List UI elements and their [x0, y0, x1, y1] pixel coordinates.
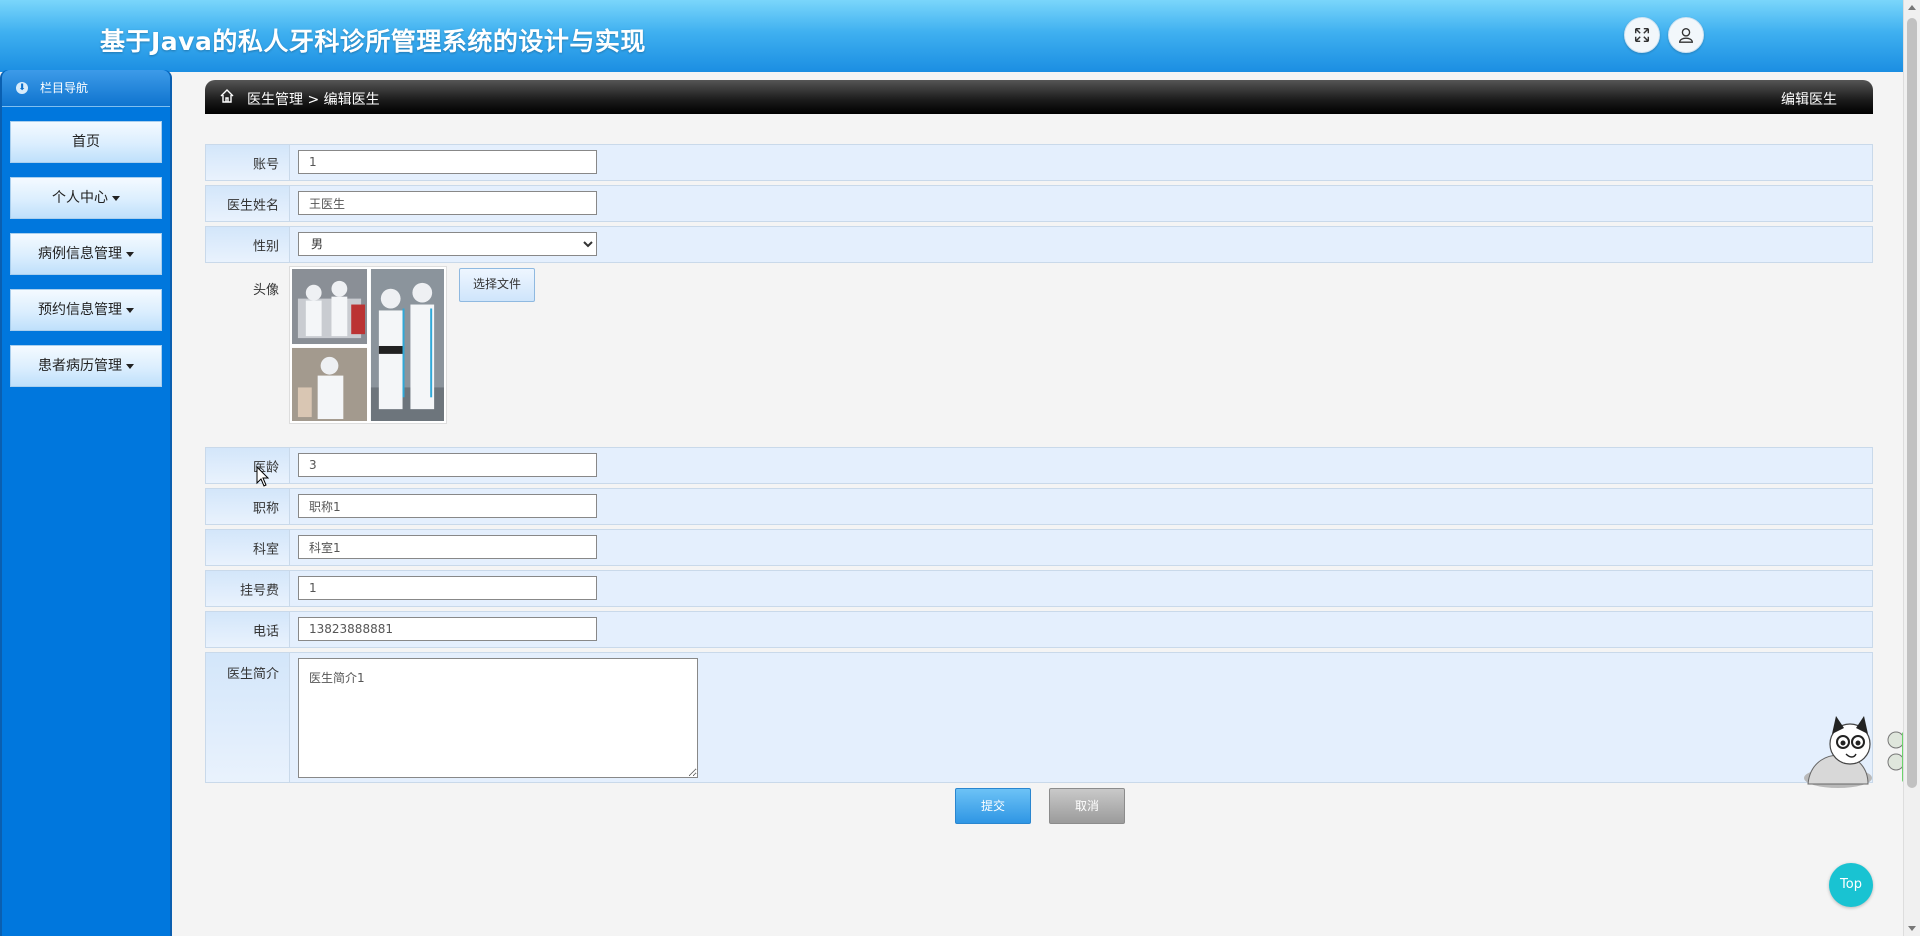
- submit-button[interactable]: 提交: [955, 788, 1031, 824]
- label-account: 账号: [206, 145, 290, 180]
- nav-icon: ⬇: [16, 82, 28, 94]
- label-text: 电话: [252, 624, 279, 639]
- sidebar-item-case-info[interactable]: 病例信息管理: [10, 233, 162, 275]
- breadcrumb-parent[interactable]: 医生管理: [247, 92, 303, 108]
- doctor-name-input[interactable]: [298, 191, 597, 215]
- label-years: 医龄: [206, 448, 290, 483]
- label-text: 科室: [252, 542, 279, 557]
- label-text: 账号: [252, 157, 279, 172]
- avatar-section: 头像 选择文件: [205, 264, 1873, 436]
- sidebar-item-appointment-info[interactable]: 预约信息管理: [10, 289, 162, 331]
- choose-file-button[interactable]: 选择文件: [459, 268, 535, 302]
- page-title: 编辑医生: [1781, 92, 1837, 108]
- label-name: 医生姓名: [206, 186, 290, 221]
- cancel-button[interactable]: 取消: [1049, 788, 1125, 824]
- app-title: 基于Java的私人牙科诊所管理系统的设计与实现: [100, 27, 646, 56]
- avatar-image: [289, 266, 447, 424]
- caret-down-icon: [126, 363, 134, 369]
- years-input[interactable]: [298, 453, 597, 477]
- fullscreen-button[interactable]: [1624, 17, 1660, 53]
- home-icon[interactable]: [219, 88, 235, 104]
- form-row-gender: 性别 男: [205, 226, 1873, 263]
- scroll-up-icon[interactable]: [1908, 5, 1916, 10]
- sidebar: ⬇ 栏目导航 首页 个人中心 病例信息管理 预约信息管理 患者病历管理: [0, 70, 172, 936]
- mascot-widget[interactable]: [1798, 712, 1908, 788]
- sidebar-item-label: 个人中心: [52, 190, 108, 206]
- avatar-photo: [292, 269, 444, 421]
- page-scrollbar[interactable]: [1903, 0, 1920, 936]
- label-phone: 电话: [206, 612, 290, 647]
- form-row-department: 科室: [205, 529, 1873, 566]
- label-text: 职称: [252, 501, 279, 516]
- intro-textarea[interactable]: 医生简介1: [298, 658, 698, 778]
- label-text: 医生简介: [226, 667, 279, 682]
- avatar-label: 头像: [252, 283, 279, 298]
- caret-down-icon: [126, 307, 134, 313]
- label-gender: 性别: [206, 227, 290, 262]
- label-text: 挂号费: [239, 583, 279, 598]
- form-row-fee: 挂号费: [205, 570, 1873, 607]
- sidebar-nav-title: ⬇ 栏目导航: [2, 70, 170, 107]
- label-title: 职称: [206, 489, 290, 524]
- sidebar-nav-title-label: 栏目导航: [40, 81, 89, 95]
- user-icon: [1679, 28, 1693, 43]
- sidebar-item-label: 首页: [72, 134, 100, 150]
- caret-down-icon: [112, 195, 120, 201]
- label-text: 性别: [252, 239, 279, 254]
- scrollbar-thumb[interactable]: [1907, 18, 1917, 788]
- breadcrumb: 医生管理 > 编辑医生 编辑医生: [205, 80, 1873, 114]
- account-input[interactable]: [298, 150, 597, 174]
- back-to-top-button[interactable]: Top: [1829, 863, 1873, 907]
- sidebar-item-home[interactable]: 首页: [10, 121, 162, 163]
- expand-icon: [1634, 27, 1650, 43]
- label-intro: 医生简介: [206, 653, 290, 782]
- label-department: 科室: [206, 530, 290, 565]
- breadcrumb-path: 医生管理 > 编辑医生: [247, 89, 380, 109]
- form-row-account: 账号: [205, 144, 1873, 181]
- form-row-title: 职称: [205, 488, 1873, 525]
- sidebar-item-label: 患者病历管理: [38, 358, 122, 374]
- mouse-cursor-icon: [256, 466, 270, 487]
- user-button[interactable]: [1668, 17, 1704, 53]
- app-header: 基于Java的私人牙科诊所管理系统的设计与实现: [0, 0, 1904, 72]
- sidebar-item-label: 病例信息管理: [38, 246, 122, 262]
- breadcrumb-separator: >: [307, 92, 320, 108]
- form-row-name: 医生姓名: [205, 185, 1873, 222]
- department-input[interactable]: [298, 535, 597, 559]
- caret-down-icon: [126, 251, 134, 257]
- form-row-years: 医龄: [205, 447, 1873, 484]
- gender-select[interactable]: 男: [298, 232, 597, 256]
- form-row-intro: 医生简介 医生简介1: [205, 652, 1873, 783]
- scroll-down-icon[interactable]: [1908, 926, 1916, 931]
- fee-input[interactable]: [298, 576, 597, 600]
- form-row-phone: 电话: [205, 611, 1873, 648]
- sidebar-item-personal-center[interactable]: 个人中心: [10, 177, 162, 219]
- sidebar-item-patient-records[interactable]: 患者病历管理: [10, 345, 162, 387]
- phone-input[interactable]: [298, 617, 597, 641]
- label-text: 医生姓名: [226, 198, 279, 213]
- label-fee: 挂号费: [206, 571, 290, 606]
- breadcrumb-current: 编辑医生: [323, 92, 380, 108]
- sidebar-item-label: 预约信息管理: [38, 302, 122, 318]
- title-input[interactable]: [298, 494, 597, 518]
